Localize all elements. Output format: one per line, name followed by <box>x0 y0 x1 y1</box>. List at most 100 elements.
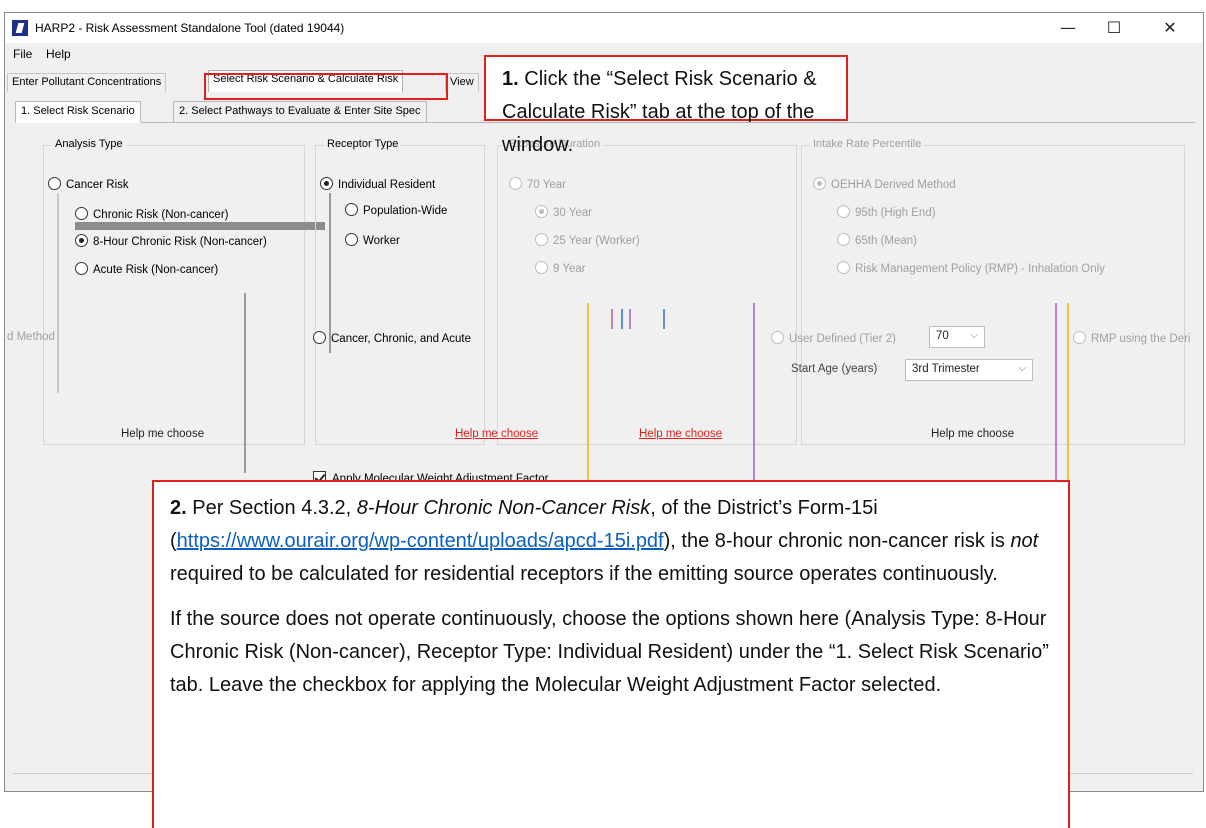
radio-icon <box>535 261 548 274</box>
radio-icon <box>813 177 826 190</box>
radio-30-year[interactable]: 30 Year <box>535 205 592 219</box>
help-analysis-type-link[interactable]: Help me choose <box>121 428 204 440</box>
render-artifact <box>1067 303 1069 503</box>
radio-icon <box>1073 331 1086 344</box>
subtab-select-pathways[interactable]: 2. Select Pathways to Evaluate & Enter S… <box>173 101 427 123</box>
user-defined-select[interactable]: 70 ⌵ <box>929 326 985 348</box>
radio-icon <box>837 205 850 218</box>
callout-2-para-2: If the source does not operate continuou… <box>170 608 1049 696</box>
radio-oehha-derived[interactable]: OEHHA Derived Method <box>813 177 956 191</box>
radio-icon <box>313 331 326 344</box>
callout-1-number: 1. <box>502 68 519 90</box>
radio-population-wide[interactable]: Population-Wide <box>345 203 447 217</box>
radio-label: 30 Year <box>553 207 593 219</box>
form-15i-link[interactable]: https://www.ourair.org/wp-content/upload… <box>177 530 664 552</box>
user-defined-value: 70 <box>936 330 949 342</box>
help-receptor-type-link[interactable]: Help me choose <box>455 428 538 440</box>
render-artifact <box>663 309 665 329</box>
minimize-button[interactable]: — <box>1045 13 1091 43</box>
render-artifact <box>611 309 613 329</box>
radio-label: Cancer Risk <box>66 179 129 191</box>
maximize-button[interactable]: ☐ <box>1091 13 1137 43</box>
callout-2-para-1: 2. Per Section 4.3.2, 8-Hour Chronic Non… <box>170 492 1052 591</box>
start-age-select[interactable]: 3rd Trimester ⌵ <box>905 359 1033 381</box>
menu-file[interactable]: File <box>13 47 32 61</box>
intake-fragment-label: d Method <box>7 331 55 343</box>
callout-2-emphasis: not <box>1010 530 1039 552</box>
radio-label: Acute Risk (Non-cancer) <box>93 264 219 276</box>
radio-label: 65th (Mean) <box>855 235 918 247</box>
radio-label: 70 Year <box>527 179 567 191</box>
radio-icon <box>345 203 358 216</box>
close-button[interactable]: ✕ <box>1147 13 1193 43</box>
radio-25-year[interactable]: 25 Year (Worker) <box>535 233 640 247</box>
harp-logo-icon <box>12 20 28 36</box>
radio-65th[interactable]: 65th (Mean) <box>837 233 917 247</box>
render-artifact <box>75 222 325 230</box>
callout-step-1: 1. Click the “Select Risk Scenario & Cal… <box>484 55 848 156</box>
callout-2-number: 2. <box>170 497 187 519</box>
radio-icon <box>75 207 88 220</box>
render-artifact <box>244 293 246 473</box>
render-artifact <box>1055 303 1057 503</box>
render-artifact <box>329 193 331 353</box>
start-age-label: Start Age (years) <box>791 363 878 375</box>
tab-enter-pollutant[interactable]: Enter Pollutant Concentrations <box>7 73 167 92</box>
callout-2-text: ), the 8-hour chronic non-cancer risk is <box>663 530 1005 552</box>
radio-icon <box>535 205 548 218</box>
window-title: HARP2 - Risk Assessment Standalone Tool … <box>35 21 345 35</box>
callout-2-text: Per Section 4.3.2, <box>192 497 352 519</box>
radio-cancer-risk[interactable]: Cancer Risk <box>48 177 129 191</box>
render-artifact <box>57 193 59 393</box>
radio-icon <box>837 233 850 246</box>
radio-label: Worker <box>363 235 400 247</box>
render-artifact <box>587 303 589 503</box>
radio-user-defined[interactable]: User Defined (Tier 2) <box>771 331 896 345</box>
radio-worker[interactable]: Worker <box>345 233 400 247</box>
receptor-type-title: Receptor Type <box>324 138 402 150</box>
radio-label: Risk Management Policy (RMP) - Inhalatio… <box>855 263 1105 275</box>
radio-label: Chronic Risk (Non-cancer) <box>93 209 229 221</box>
callout-1-text: 1. Click the “Select Risk Scenario & Cal… <box>502 63 830 162</box>
render-artifact <box>629 309 631 329</box>
callout-1-body: Click the “Select Risk Scenario & Calcul… <box>502 68 817 156</box>
tab-view[interactable]: View <box>445 73 479 92</box>
radio-individual-resident[interactable]: Individual Resident <box>320 177 435 191</box>
radio-label: Cancer, Chronic, and Acute <box>331 333 471 345</box>
radio-rmp-derived[interactable]: RMP using the Deri <box>1073 331 1191 345</box>
highlight-select-risk-tab <box>204 73 448 100</box>
radio-chronic-risk[interactable]: Chronic Risk (Non-cancer) <box>75 207 228 221</box>
radio-icon <box>320 177 333 190</box>
radio-icon <box>75 234 88 247</box>
radio-label: Individual Resident <box>338 179 436 191</box>
subtab-select-risk-scenario[interactable]: 1. Select Risk Scenario <box>15 101 141 123</box>
radio-label: Population-Wide <box>363 205 448 217</box>
radio-icon <box>345 233 358 246</box>
radio-label: RMP using the Deri <box>1091 333 1191 345</box>
analysis-type-title: Analysis Type <box>52 138 126 150</box>
help-exposure-duration-link[interactable]: Help me choose <box>639 428 722 440</box>
chevron-down-icon: ⌵ <box>1018 363 1026 374</box>
radio-icon <box>75 262 88 275</box>
callout-step-2: 2. Per Section 4.3.2, 8-Hour Chronic Non… <box>152 480 1070 828</box>
help-intake-rate-link[interactable]: Help me choose <box>931 428 1014 440</box>
radio-8-hour-chronic-risk[interactable]: 8-Hour Chronic Risk (Non-cancer) <box>75 234 267 248</box>
radio-acute-risk[interactable]: Acute Risk (Non-cancer) <box>75 262 218 276</box>
radio-icon <box>509 177 522 190</box>
render-artifact <box>621 309 623 329</box>
radio-70-year[interactable]: 70 Year <box>509 177 566 191</box>
radio-label: 95th (High End) <box>855 207 936 219</box>
radio-icon <box>48 177 61 190</box>
title-bar: HARP2 - Risk Assessment Standalone Tool … <box>5 13 1203 43</box>
radio-icon <box>837 261 850 274</box>
radio-cancer-chronic-acute[interactable]: Cancer, Chronic, and Acute <box>313 331 471 345</box>
radio-label: 8-Hour Chronic Risk (Non-cancer) <box>93 236 267 248</box>
radio-95th[interactable]: 95th (High End) <box>837 205 936 219</box>
callout-2-text: required to be calculated for residentia… <box>170 563 998 585</box>
menu-help[interactable]: Help <box>46 47 71 61</box>
radio-icon <box>771 331 784 344</box>
chevron-down-icon: ⌵ <box>970 330 978 341</box>
radio-rmp[interactable]: Risk Management Policy (RMP) - Inhalatio… <box>837 261 1105 275</box>
radio-9-year[interactable]: 9 Year <box>535 261 586 275</box>
render-artifact <box>753 303 755 503</box>
